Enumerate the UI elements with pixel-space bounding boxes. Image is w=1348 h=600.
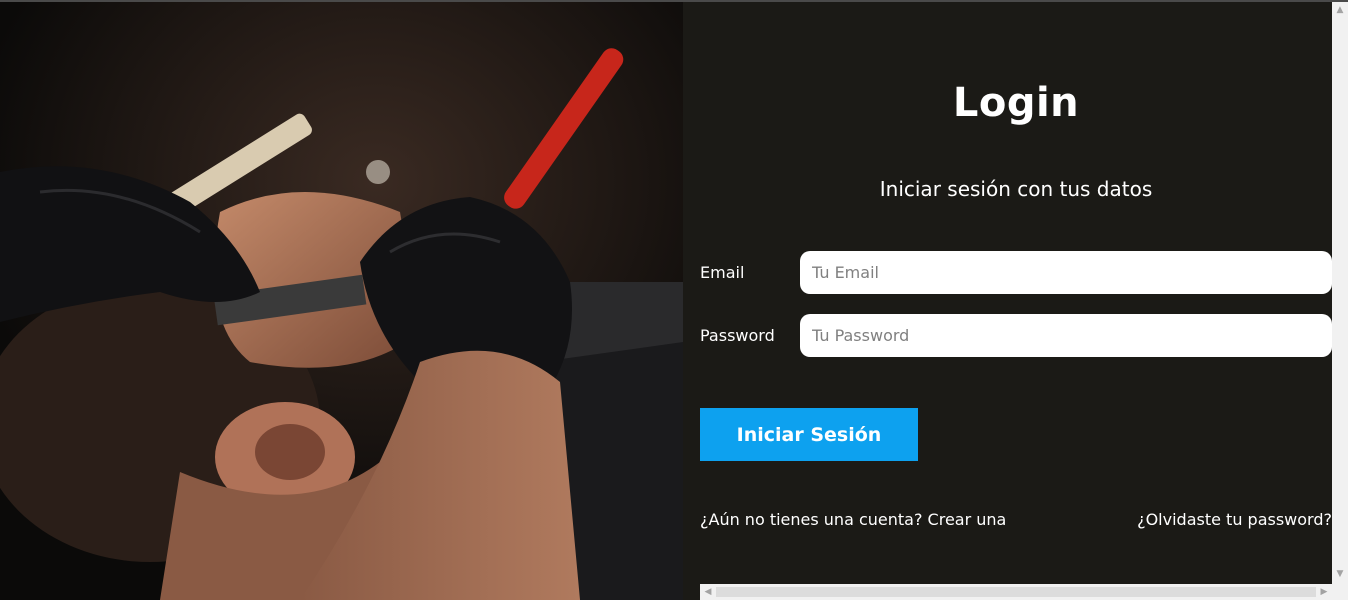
scroll-down-icon[interactable]: ▼ (1332, 566, 1348, 582)
vertical-scrollbar[interactable]: ▲ ▼ (1332, 2, 1348, 600)
scroll-corner (683, 584, 700, 600)
create-account-link[interactable]: ¿Aún no tienes una cuenta? Crear una (700, 510, 1006, 529)
password-label: Password (700, 326, 775, 345)
horizontal-scrollbar[interactable]: ◀ ▶ (700, 584, 1332, 600)
scroll-left-icon[interactable]: ◀ (700, 584, 716, 600)
scroll-up-icon[interactable]: ▲ (1332, 2, 1348, 18)
forgot-password-link[interactable]: ¿Olvidaste tu password? (1137, 510, 1332, 529)
barber-shaving-photo (0, 2, 683, 600)
hero-image (0, 2, 683, 600)
horizontal-scroll-thumb[interactable] (716, 587, 1316, 597)
page-title: Login (952, 80, 1080, 126)
password-field[interactable] (800, 314, 1332, 357)
page-subtitle: Iniciar sesión con tus datos (879, 177, 1153, 201)
scroll-right-icon[interactable]: ▶ (1316, 584, 1332, 600)
email-field[interactable] (800, 251, 1332, 294)
login-panel: Login Iniciar sesión con tus datos Email… (683, 2, 1332, 584)
login-submit-button[interactable]: Iniciar Sesión (700, 408, 918, 461)
email-label: Email (700, 263, 745, 282)
